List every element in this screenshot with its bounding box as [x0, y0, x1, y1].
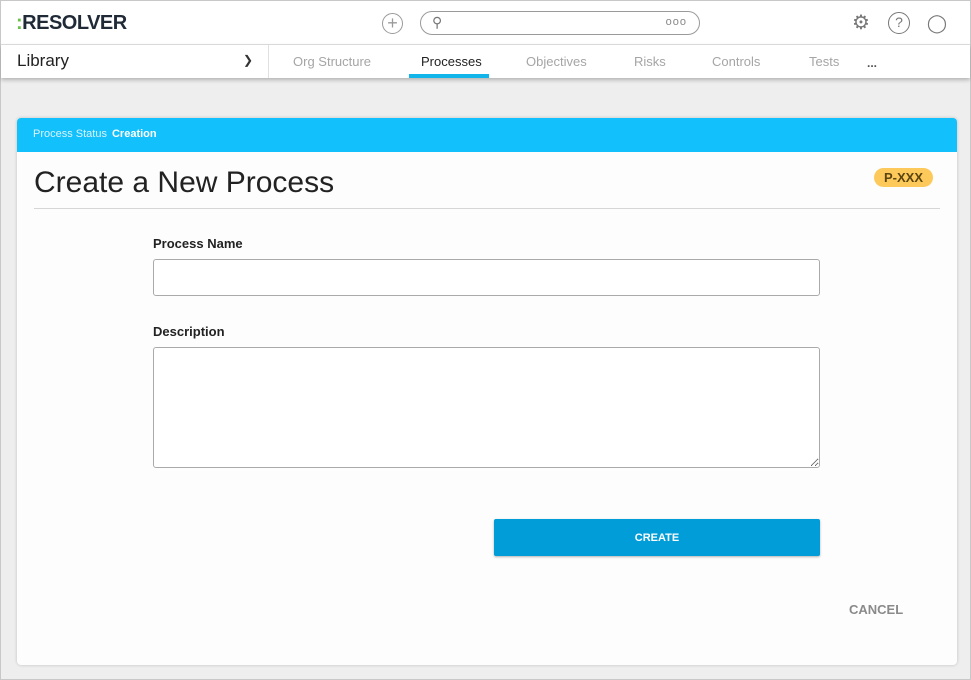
- search-icon: ⚲: [432, 14, 443, 30]
- tab-tests[interactable]: Tests: [809, 54, 839, 69]
- nav-bar: Library ❯ Org Structure Processes Object…: [1, 45, 970, 78]
- more-icon[interactable]: ooo: [666, 16, 687, 28]
- page-title: Create a New Process: [34, 166, 335, 199]
- tab-risks[interactable]: Risks: [634, 54, 666, 69]
- tab-controls[interactable]: Controls: [712, 54, 760, 69]
- user-icon[interactable]: ◯: [926, 12, 948, 34]
- search-bar[interactable]: ⚲ ooo: [420, 11, 700, 35]
- id-badge: P-XXX: [874, 168, 934, 187]
- library-dropdown[interactable]: Library: [17, 51, 69, 71]
- tab-processes[interactable]: Processes: [421, 54, 482, 69]
- divider: [34, 208, 940, 209]
- process-name-label: Process Name: [153, 236, 243, 251]
- resolver-logo[interactable]: :RESOLVER: [16, 12, 127, 35]
- create-button[interactable]: CREATE: [494, 519, 820, 556]
- chevron-down-icon[interactable]: ❯: [243, 53, 253, 67]
- help-icon[interactable]: ?: [888, 12, 910, 34]
- tab-objectives[interactable]: Objectives: [526, 54, 587, 69]
- status-label: Process Status: [33, 128, 107, 140]
- status-value: Creation: [111, 128, 157, 140]
- active-tab-indicator: [409, 74, 489, 78]
- description-label: Description: [153, 324, 225, 339]
- divider: [268, 45, 269, 78]
- status-bar: Process Status Creation: [17, 118, 957, 152]
- more-tabs-button[interactable]: ...: [867, 56, 877, 70]
- create-process-card: Process Status Creation Create a New Proc…: [17, 118, 957, 665]
- top-bar: :RESOLVER + ⚲ ooo ⚙ ? ◯: [1, 1, 970, 45]
- tab-org-structure[interactable]: Org Structure: [293, 54, 371, 69]
- cancel-button[interactable]: CANCEL: [849, 602, 903, 617]
- process-name-input[interactable]: [153, 259, 820, 296]
- description-input[interactable]: [153, 347, 820, 468]
- plus-circle-icon[interactable]: +: [382, 13, 403, 34]
- gear-icon[interactable]: ⚙: [850, 12, 872, 34]
